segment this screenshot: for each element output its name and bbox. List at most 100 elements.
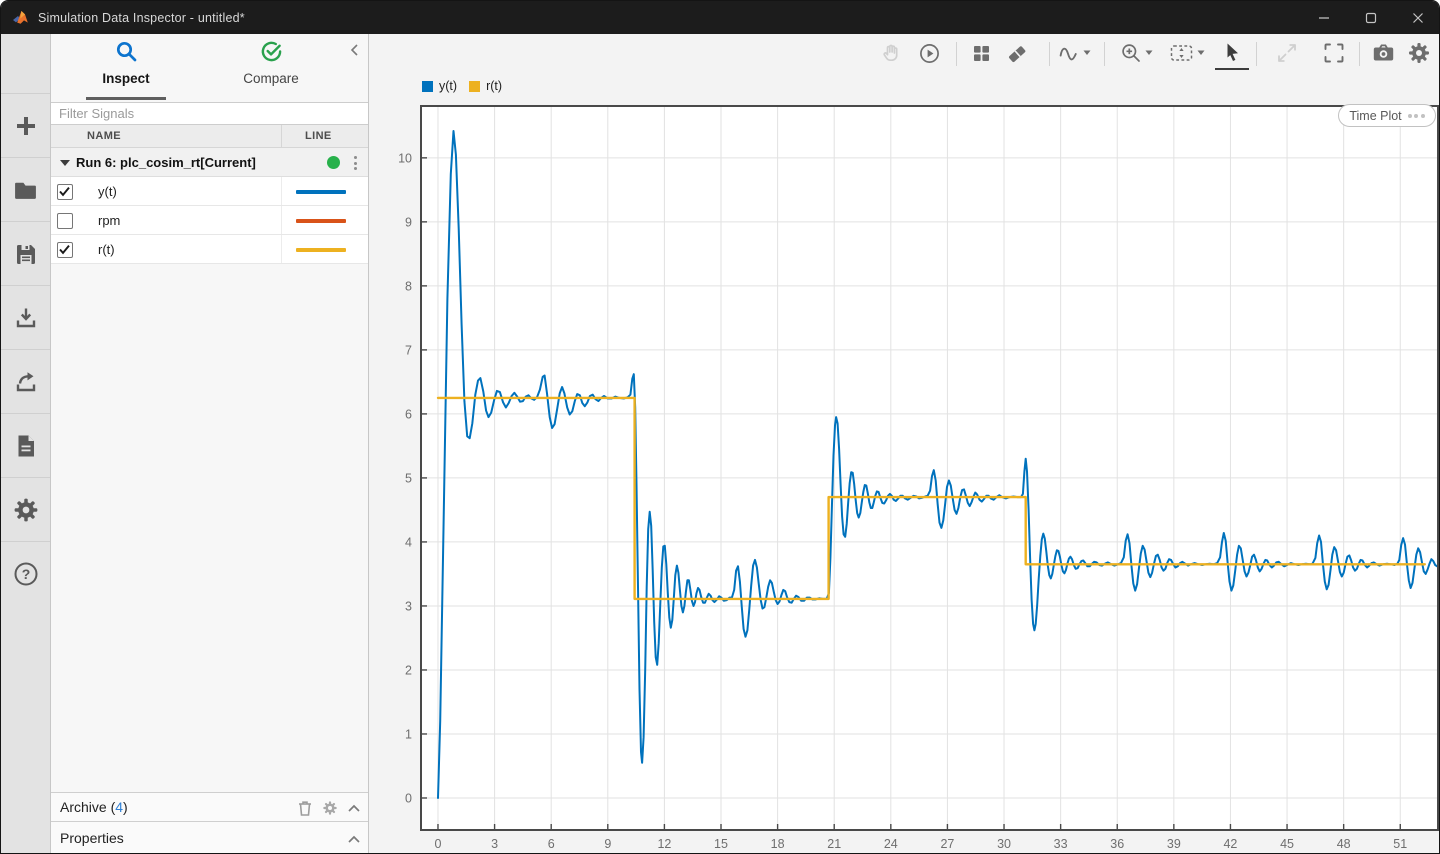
run-status-dot xyxy=(327,156,340,169)
x-tick-label: 33 xyxy=(1054,837,1068,851)
signal-trace-button[interactable] xyxy=(1057,38,1081,68)
x-tick-label: 24 xyxy=(884,837,898,851)
signal-trace-icon xyxy=(1058,42,1081,65)
signal-list: y(t)rpmr(t) xyxy=(51,177,368,264)
y-tick-label: 4 xyxy=(405,535,412,549)
x-tick-label: 18 xyxy=(771,837,785,851)
x-tick-label: 27 xyxy=(940,837,954,851)
y-tick-label: 7 xyxy=(405,343,412,357)
plot-canvas xyxy=(421,106,1438,830)
time-plot-badge[interactable]: Time Plot xyxy=(1338,104,1436,127)
export-button[interactable] xyxy=(1,349,50,414)
title-bar: Simulation Data Inspector - untitled* xyxy=(1,1,1440,34)
signal-panel: Inspect Compare NAME LINE Run 6: plc xyxy=(51,34,369,854)
import-button[interactable] xyxy=(1,285,50,350)
y-tick-label: 8 xyxy=(405,279,412,293)
plus-icon xyxy=(14,114,38,138)
close-button[interactable] xyxy=(1394,1,1440,34)
tab-compare-label: Compare xyxy=(196,71,346,86)
archive-count: 4 xyxy=(115,799,123,815)
signal-line-swatch[interactable] xyxy=(296,248,346,252)
open-button[interactable] xyxy=(1,157,50,222)
run-label: Run 6: plc_cosim_rt[Current] xyxy=(76,155,256,170)
add-button[interactable] xyxy=(1,93,50,158)
time-plot-badge-label: Time Plot xyxy=(1349,109,1401,123)
x-tick-label: 12 xyxy=(657,837,671,851)
help-button[interactable]: ? xyxy=(1,541,50,606)
properties-collapse-chevron-icon[interactable] xyxy=(347,833,361,845)
y-tick-label: 2 xyxy=(405,663,412,677)
create-report-button[interactable] xyxy=(1,413,50,478)
eraser-button[interactable] xyxy=(1001,38,1033,68)
archive-label: Archive (4) xyxy=(60,799,128,815)
help-icon: ? xyxy=(13,561,39,587)
signal-line-swatch[interactable] xyxy=(296,190,346,194)
y-tick-label: 5 xyxy=(405,471,412,485)
active-tab-underline xyxy=(86,97,166,100)
minimize-icon xyxy=(1318,12,1330,24)
x-tick-label: 51 xyxy=(1393,837,1407,851)
tab-inspect[interactable]: Inspect xyxy=(51,40,201,86)
signal-row[interactable]: y(t) xyxy=(51,177,368,206)
fit-to-view-button[interactable] xyxy=(1167,38,1195,68)
plot-settings-button[interactable] xyxy=(1403,38,1435,68)
y-tick-label: 9 xyxy=(405,215,412,229)
run-expander-triangle-icon[interactable] xyxy=(60,160,70,166)
signal-line-swatch[interactable] xyxy=(296,219,346,223)
svg-text:?: ? xyxy=(21,566,30,582)
gear-icon xyxy=(13,497,39,523)
snapshot-camera-button[interactable] xyxy=(1367,38,1399,68)
plot-region: y(t) r(t) Time Plot 03691215182124273033… xyxy=(369,34,1440,854)
signal-row[interactable]: r(t) xyxy=(51,235,368,264)
collapse-panel-chevron-icon[interactable] xyxy=(347,42,363,58)
toolbar-divider xyxy=(1049,42,1050,66)
signal-checkbox[interactable] xyxy=(57,242,73,258)
time-plot-chart[interactable]: 0369121518212427303336394245485101234567… xyxy=(369,73,1440,854)
signal-trace-dropdown-caret-icon[interactable] xyxy=(1083,50,1091,56)
replay-button[interactable] xyxy=(913,38,945,68)
pan-hand-button[interactable] xyxy=(875,38,907,68)
column-line: LINE xyxy=(305,130,332,142)
toolbar-divider xyxy=(1359,42,1360,66)
signal-checkbox[interactable] xyxy=(57,184,73,200)
window-title: Simulation Data Inspector - untitled* xyxy=(38,11,245,25)
maximize-icon xyxy=(1365,12,1377,24)
fit-dropdown-caret-icon[interactable] xyxy=(1197,50,1205,56)
x-tick-label: 48 xyxy=(1337,837,1351,851)
archive-bar[interactable]: Archive (4) xyxy=(51,792,368,821)
save-button[interactable] xyxy=(1,221,50,286)
trash-icon[interactable] xyxy=(296,799,314,817)
zoom-dropdown-caret-icon[interactable] xyxy=(1145,50,1153,56)
x-tick-label: 45 xyxy=(1280,837,1294,851)
close-icon xyxy=(1412,12,1424,24)
zoom-in-icon xyxy=(1120,42,1142,64)
camera-icon xyxy=(1372,42,1395,64)
fullscreen-button[interactable] xyxy=(1318,38,1350,68)
minimize-button[interactable] xyxy=(1300,1,1347,34)
properties-bar[interactable]: Properties xyxy=(51,821,368,854)
settings-gear-icon xyxy=(1407,41,1431,65)
archive-collapse-chevron-icon[interactable] xyxy=(347,802,361,814)
y-tick-label: 0 xyxy=(405,791,412,805)
tab-compare[interactable]: Compare xyxy=(196,40,346,86)
signal-row[interactable]: rpm xyxy=(51,206,368,235)
x-tick-label: 9 xyxy=(604,837,611,851)
run-menu-kebab-icon[interactable] xyxy=(348,153,362,173)
x-tick-label: 39 xyxy=(1167,837,1181,851)
filter-signals-input[interactable] xyxy=(51,103,368,124)
layout-grid-button[interactable] xyxy=(965,38,997,68)
x-tick-label: 3 xyxy=(491,837,498,851)
tab-bar: Inspect Compare xyxy=(51,34,368,101)
table-header: NAME LINE xyxy=(51,125,368,148)
archive-gear-icon[interactable] xyxy=(322,800,338,816)
select-cursor-button[interactable] xyxy=(1215,38,1249,70)
maximize-button[interactable] xyxy=(1347,1,1394,34)
zoom-in-button[interactable] xyxy=(1119,38,1143,68)
export-icon xyxy=(14,370,38,394)
preferences-button[interactable] xyxy=(1,477,50,542)
signal-checkbox[interactable] xyxy=(57,213,73,229)
expand-button[interactable] xyxy=(1271,38,1303,68)
run-row[interactable]: Run 6: plc_cosim_rt[Current] xyxy=(51,148,368,177)
toolbar-divider xyxy=(1104,42,1105,66)
x-tick-label: 0 xyxy=(435,837,442,851)
